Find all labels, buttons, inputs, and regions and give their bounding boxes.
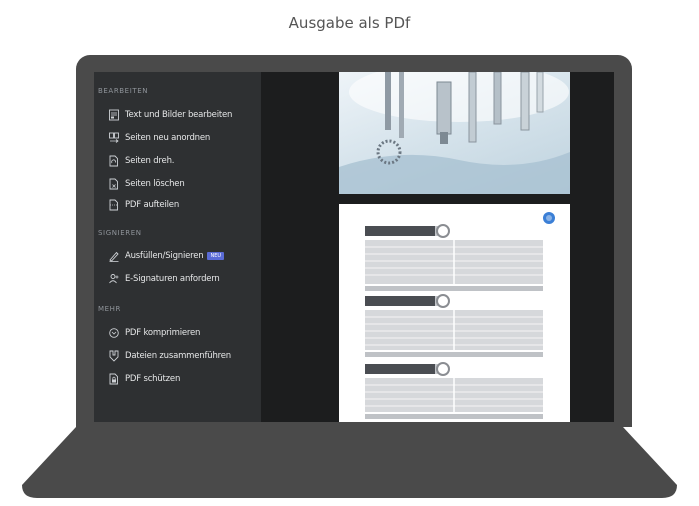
fill-sign-icon xyxy=(109,251,119,262)
sidebar-item-split-pdf[interactable]: PDF aufteilen xyxy=(109,198,179,212)
section-title-edit: BEARBEITEN xyxy=(98,87,149,95)
split-pdf-icon xyxy=(109,199,118,211)
sidebar-item-request-signatures[interactable]: E-Signaturen anfordern xyxy=(109,272,220,286)
request-signature-icon xyxy=(109,274,119,284)
sidebar-item-label: Seiten dreh. xyxy=(125,156,175,166)
app-screen: BEARBEITEN Text und Bilder bearbeiten Se… xyxy=(94,72,614,422)
sidebar-item-merge-files[interactable]: Dateien zusammenführen xyxy=(109,349,231,363)
spec-block-1 xyxy=(365,224,543,291)
edit-text-icon xyxy=(109,109,119,121)
sidebar-item-label: PDF schützen xyxy=(125,374,181,384)
sidebar-item-compress-pdf[interactable]: PDF komprimieren xyxy=(109,326,200,340)
rotate-page-icon xyxy=(109,155,118,167)
document-viewer[interactable] xyxy=(261,72,614,422)
sidebar-item-label: Ausfüllen/Signieren xyxy=(125,251,204,261)
sidebar-item-fill-sign[interactable]: Ausfüllen/Signieren NEU xyxy=(109,249,225,263)
sidebar-item-label: Seiten löschen xyxy=(125,179,185,189)
reorder-pages-icon xyxy=(109,132,119,143)
spec-block-2 xyxy=(365,294,543,357)
sidebar-item-label: Text und Bilder bearbeiten xyxy=(125,110,233,120)
sidebar-item-label: PDF aufteilen xyxy=(125,200,180,210)
sidebar-item-label: PDF komprimieren xyxy=(125,328,201,338)
sidebar-item-label: Dateien zusammenführen xyxy=(125,351,231,361)
pdf-page-1 xyxy=(339,72,570,194)
sidebar-item-protect-pdf[interactable]: PDF schützen xyxy=(109,372,180,386)
laptop-base xyxy=(22,427,677,498)
merge-files-icon xyxy=(109,350,119,362)
spec-block-3 xyxy=(365,362,543,419)
sidebar-item-label: Seiten neu anordnen xyxy=(125,133,211,143)
new-badge: NEU xyxy=(207,252,225,260)
sidebar-item-rotate-pages[interactable]: Seiten dreh. xyxy=(109,154,174,168)
sidebar-item-label: E-Signaturen anfordern xyxy=(125,274,220,284)
sidebar-item-edit-text[interactable]: Text und Bilder bearbeiten xyxy=(109,108,232,122)
spec-tables xyxy=(365,212,555,419)
delete-page-icon xyxy=(109,178,118,190)
compress-pdf-icon xyxy=(109,328,119,338)
sidebar-item-reorder-pages[interactable]: Seiten neu anordnen xyxy=(109,131,210,145)
section-title-sign: SIGNIEREN xyxy=(98,229,142,237)
caption: Ausgabe als PDf xyxy=(288,14,411,32)
product-photo xyxy=(339,72,570,194)
tools-sidebar: BEARBEITEN Text und Bilder bearbeiten Se… xyxy=(94,72,261,422)
sidebar-item-delete-pages[interactable]: Seiten löschen xyxy=(109,177,185,191)
protect-pdf-icon xyxy=(109,373,118,385)
pdf-page-2 xyxy=(339,204,570,422)
section-title-more: MEHR xyxy=(98,305,121,313)
